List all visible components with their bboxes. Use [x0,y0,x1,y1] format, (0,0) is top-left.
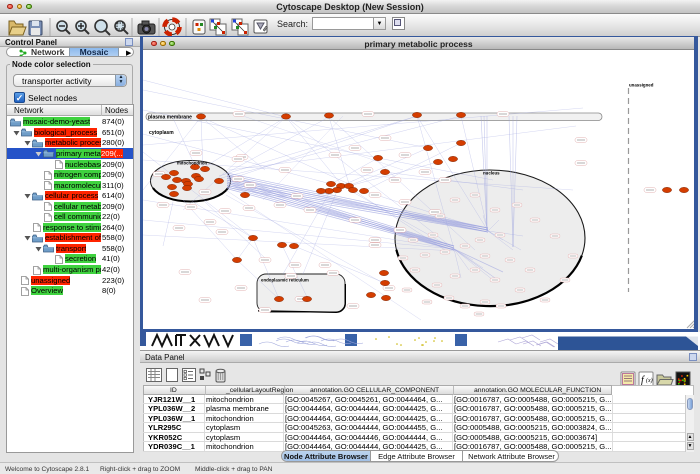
svg-text:endoplasmic reticulum: endoplasmic reticulum [261,278,309,283]
svg-text:nucleus: nucleus [483,171,500,176]
svg-text:(x): (x) [646,377,653,384]
svg-text:plasma membrane: plasma membrane [148,114,192,120]
svg-text:cytoplasm: cytoplasm [149,130,174,136]
svg-text:unassigned: unassigned [629,83,654,88]
svg-text:mitochondrion: mitochondrion [177,161,207,166]
